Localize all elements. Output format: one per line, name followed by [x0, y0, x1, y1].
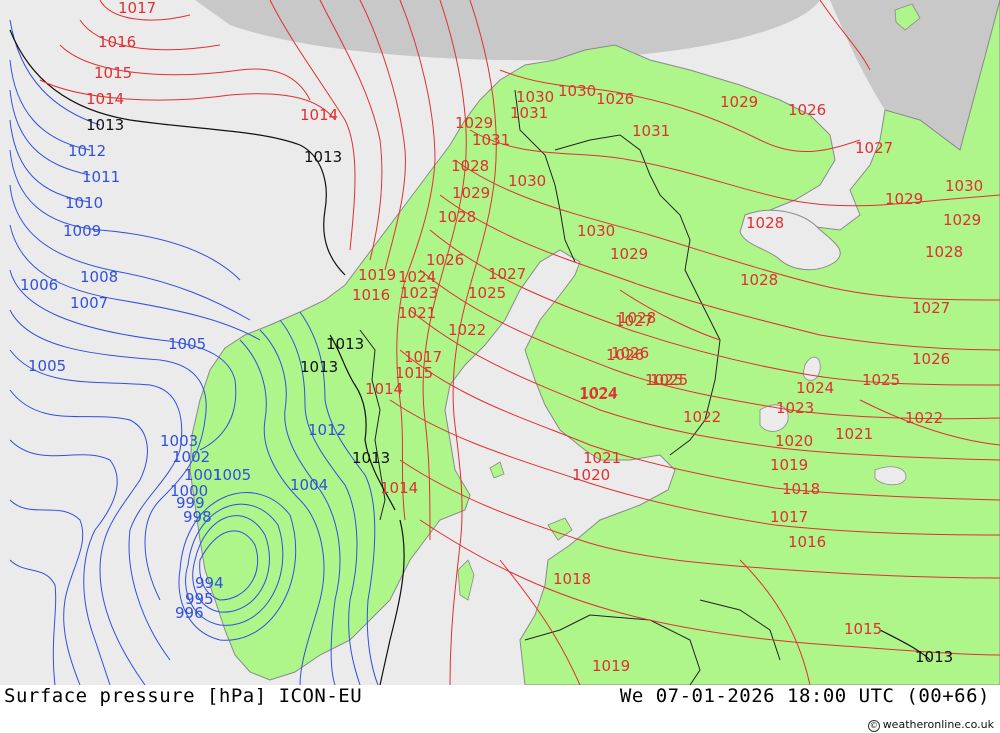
isobar-label: 1031: [510, 104, 548, 122]
isobar-label: 1025: [645, 371, 683, 389]
isobar-label: 1018: [782, 480, 820, 498]
isobar-label: 1019: [358, 266, 396, 284]
isobar-label: 1011: [82, 168, 120, 186]
isobar-label: 1014: [365, 380, 403, 398]
isobar-label: 1010: [65, 194, 103, 212]
isobar-label: 1024: [579, 385, 617, 403]
isobar-label: 1026: [611, 344, 649, 362]
isobar-label: 1030: [945, 177, 983, 195]
isobar-label: 1013: [300, 358, 338, 376]
isobar-label: 1022: [905, 409, 943, 427]
credit-text: weatheronline.co.uk: [882, 718, 994, 731]
isobar-label: 1012: [308, 421, 346, 439]
isobar-label: 1028: [451, 157, 489, 175]
isobar-label: 1002: [172, 448, 210, 466]
credit[interactable]: © weatheronline.co.uk: [867, 718, 994, 732]
isobar-label: 1018: [553, 570, 591, 588]
isobar-label: 1029: [720, 93, 758, 111]
isobar-label: 1021: [583, 449, 621, 467]
isobar-label: 1015: [395, 364, 433, 382]
isobar-label: 1016: [352, 286, 390, 304]
isobar-label: 1030: [558, 82, 596, 100]
map-datetime: We 07-01-2026 18:00 UTC (00+66): [619, 685, 990, 707]
isobar-label: 998: [183, 508, 212, 526]
isobar-label: 1026: [426, 251, 464, 269]
isobar-label: 1009: [63, 222, 101, 240]
isobar-label: 1015: [844, 620, 882, 638]
isobar-label: 1016: [788, 533, 826, 551]
isobar-label: 1020: [572, 466, 610, 484]
isobar-label: 1022: [683, 408, 721, 426]
isobar-label: 1029: [452, 184, 490, 202]
isobar-label: 1017: [770, 508, 808, 526]
map-title: Surface pressure [hPa] ICON-EU: [4, 685, 363, 707]
isobar-label: 1027: [855, 139, 893, 157]
isobar-label: 1028: [740, 271, 778, 289]
isobar-label: 1023: [776, 399, 814, 417]
isobar-label: 1013: [352, 449, 390, 467]
isobar-label: 1017: [118, 0, 156, 17]
isobar-label: 1013: [86, 116, 124, 134]
isobar-label: 1013: [304, 148, 342, 166]
lake-small: [874, 466, 907, 486]
isobar-label: 1030: [577, 222, 615, 240]
isobar-label: 1005: [28, 357, 66, 375]
isobar-label: 1016: [98, 33, 136, 51]
isobar-label: 1021: [398, 304, 436, 322]
isobar-label: 1029: [455, 114, 493, 132]
isobar-label: 1017: [404, 348, 442, 366]
isobar-label: 1027: [0, 0, 38, 4]
isobar-label: 1027: [615, 312, 653, 330]
isobar-label: 1026: [912, 350, 950, 368]
isobar-label: 1029: [885, 190, 923, 208]
isobar-label: 1014: [300, 106, 338, 124]
isobar-label: 1031: [632, 122, 670, 140]
isobar-label: 1022: [448, 321, 486, 339]
isobar-label: 1007: [70, 294, 108, 312]
isobar-label: 1029: [943, 211, 981, 229]
isobar-label: 1006: [20, 276, 58, 294]
isobar-label: 996: [175, 604, 204, 622]
isobar-label: 1024: [398, 268, 436, 286]
isobar-label: 1012: [68, 142, 106, 160]
isobar-label: 1019: [592, 657, 630, 675]
isobar-label: 1021: [835, 425, 873, 443]
isobar-label: 1025: [862, 371, 900, 389]
isobar-label: 1025: [468, 284, 506, 302]
map-canvas: 1017101610151014101310121011101010091008…: [0, 0, 1000, 685]
isobar-label: 1028: [438, 208, 476, 226]
isobar-label: 1014: [380, 479, 418, 497]
isobar-label: 1013: [326, 335, 364, 353]
isobar-label: 1027: [912, 299, 950, 317]
isobar-label: 1005: [168, 335, 206, 353]
isobar-label: 1029: [610, 245, 648, 263]
isobar-label: 1028: [925, 243, 963, 261]
copyright-icon: ©: [867, 720, 880, 732]
isobar-label: 1019: [770, 456, 808, 474]
isobar-label: 1028: [746, 214, 784, 232]
isobar-label: 1005: [213, 466, 251, 484]
isobar-label: 1024: [796, 379, 834, 397]
isobar-label: 1008: [80, 268, 118, 286]
pressure-map: 1017 1016 1015 1014 1013 1012 1011 1010 1009 1008…: [0, 0, 1000, 685]
isobar-label: 1031: [472, 131, 510, 149]
isobar-label: 1027: [488, 265, 526, 283]
isobar-label: 1026: [596, 90, 634, 108]
isobar-label: 1026: [788, 101, 826, 119]
isobar-label: 1004: [290, 476, 328, 494]
isobar-label: 1020: [775, 432, 813, 450]
isobar-label: 1015: [94, 64, 132, 82]
isobar-label: 1013: [915, 648, 953, 666]
isobar-label: 1023: [400, 284, 438, 302]
isobar-label: 1014: [86, 90, 124, 108]
footer: Surface pressure [hPa] ICON-EU We 07-01-…: [0, 685, 1000, 733]
isobar-label: 1030: [508, 172, 546, 190]
